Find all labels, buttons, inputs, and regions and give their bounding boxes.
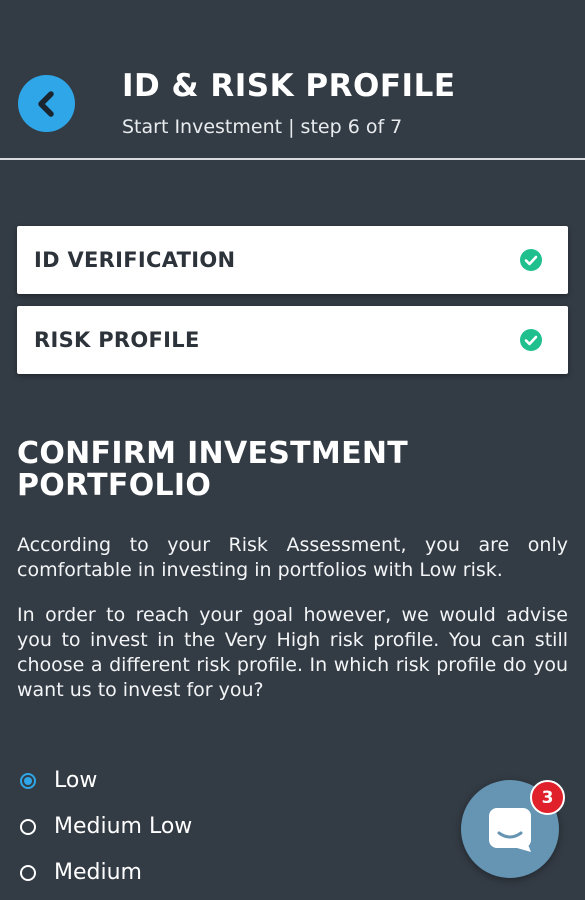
- step-indicator: Start Investment | step 6 of 7: [122, 116, 403, 138]
- option-label: Medium: [54, 860, 142, 885]
- advice-text: In order to reach your goal however, we …: [17, 604, 568, 701]
- risk-option-low[interactable]: Low: [20, 768, 97, 793]
- step-card-id-verification[interactable]: ID VERIFICATION: [17, 226, 568, 294]
- section-title: CONFIRM INVESTMENT PORTFOLIO: [17, 436, 409, 503]
- option-label: Low: [54, 768, 98, 793]
- notification-badge: 3: [530, 780, 565, 815]
- chevron-left-icon: [37, 90, 54, 117]
- page-header: ID & RISK PROFILE Start Investment | ste…: [0, 0, 585, 160]
- risk-option-medium-low[interactable]: Medium Low: [20, 814, 192, 839]
- back-button[interactable]: [18, 75, 75, 132]
- chat-icon: [489, 808, 531, 852]
- step-label: RISK PROFILE: [34, 328, 200, 352]
- header-divider: [0, 158, 585, 160]
- radio-button[interactable]: [20, 864, 36, 881]
- radio-button[interactable]: [20, 772, 36, 789]
- page-title: ID & RISK PROFILE: [122, 68, 456, 104]
- option-label: Medium Low: [54, 814, 193, 839]
- radio-button[interactable]: [20, 818, 36, 835]
- check-circle-icon: [520, 329, 542, 351]
- step-label: ID VERIFICATION: [34, 248, 236, 272]
- check-circle-icon: [520, 249, 542, 271]
- risk-assessment-text: According to your Risk Assessment, you a…: [17, 534, 568, 581]
- risk-option-medium[interactable]: Medium: [20, 860, 142, 885]
- step-card-risk-profile[interactable]: RISK PROFILE: [17, 306, 568, 374]
